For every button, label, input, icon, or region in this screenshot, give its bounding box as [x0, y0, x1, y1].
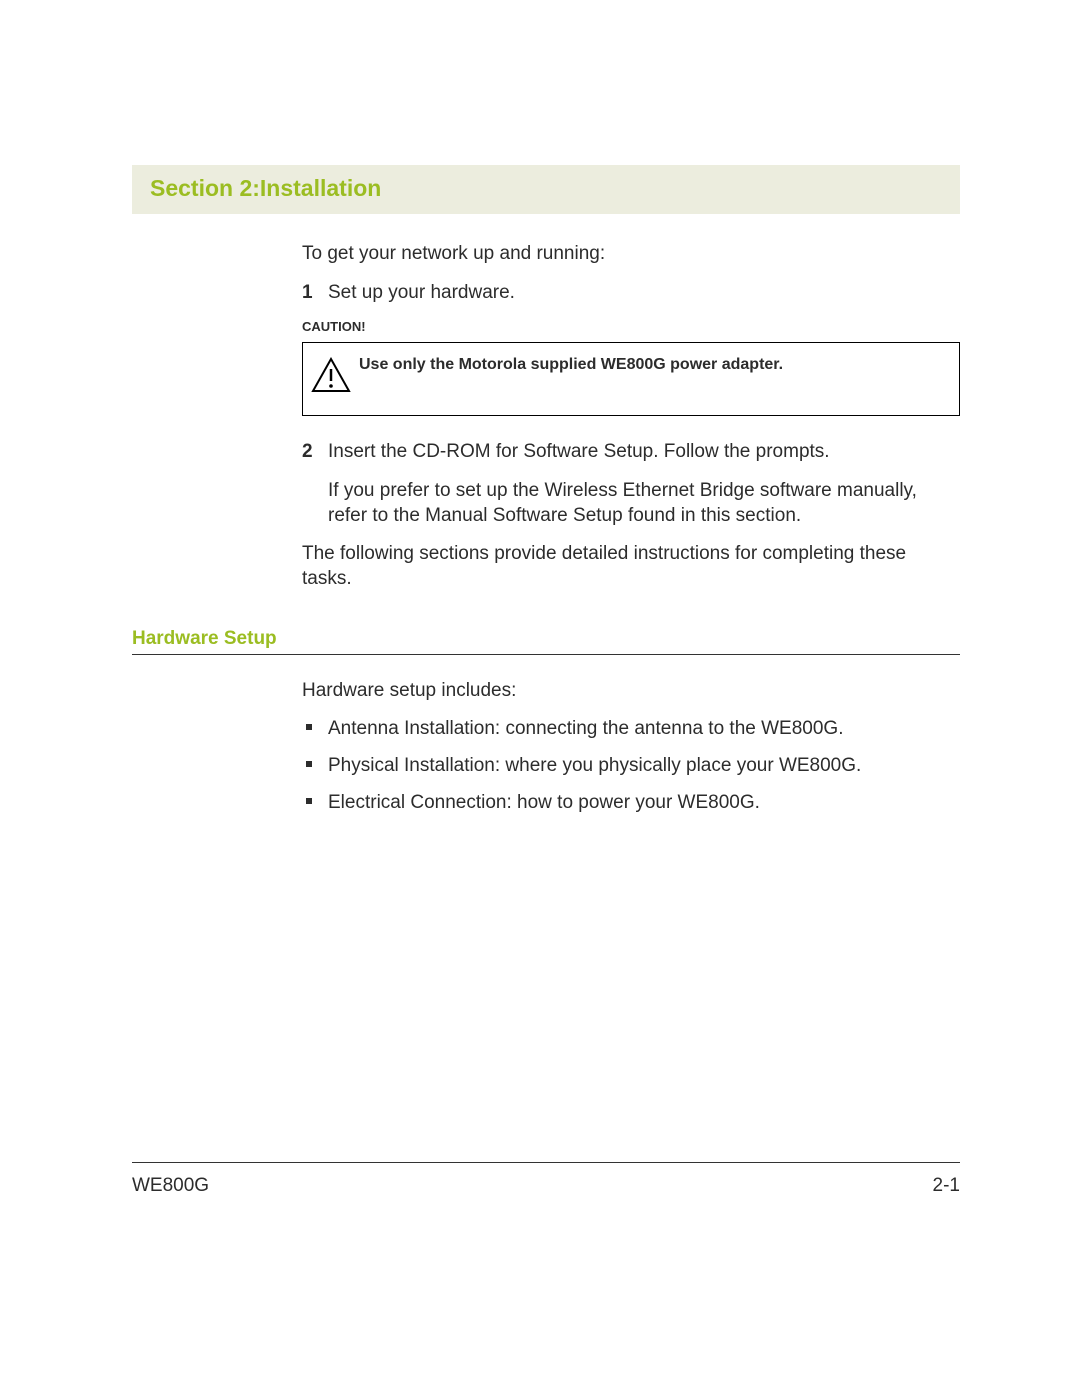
page: Section 2:Installation To get your netwo…	[0, 0, 1080, 1397]
step-2: 2 Insert the CD-ROM for Software Setup. …	[302, 440, 960, 465]
caution-message: Use only the Motorola supplied WE800G po…	[359, 351, 783, 376]
hardware-bullet-list: Antenna Installation: connecting the ant…	[302, 717, 960, 815]
hardware-body: Hardware setup includes: Antenna Install…	[302, 679, 960, 816]
step-1: 1 Set up your hardware.	[302, 281, 960, 306]
subsection-header: Hardware Setup	[132, 628, 960, 655]
list-item: Physical Installation: where you physica…	[302, 754, 960, 779]
page-footer: WE800G 2-1	[132, 1162, 960, 1197]
step-number: 1	[302, 281, 328, 306]
caution-label: CAUTION!	[302, 319, 960, 336]
body-column: To get your network up and running: 1 Se…	[302, 242, 960, 592]
step-text: Set up your hardware.	[328, 281, 960, 306]
list-item: Electrical Connection: how to power your…	[302, 791, 960, 816]
section-title: Section 2:Installation	[150, 175, 942, 202]
hardware-intro: Hardware setup includes:	[302, 679, 960, 704]
list-item: Antenna Installation: connecting the ant…	[302, 717, 960, 742]
warning-icon	[311, 351, 359, 393]
step-text: Insert the CD-ROM for Software Setup. Fo…	[328, 440, 960, 465]
caution-box: Use only the Motorola supplied WE800G po…	[302, 342, 960, 416]
footer-page-number: 2-1	[933, 1175, 960, 1197]
section-header-bar: Section 2:Installation	[132, 165, 960, 214]
step-number: 2	[302, 440, 328, 465]
step-2-followup: If you prefer to set up the Wireless Eth…	[328, 479, 960, 528]
footer-model: WE800G	[132, 1175, 209, 1197]
intro-text: To get your network up and running:	[302, 242, 960, 267]
closing-text: The following sections provide detailed …	[302, 542, 960, 591]
subsection-title: Hardware Setup	[132, 628, 960, 650]
